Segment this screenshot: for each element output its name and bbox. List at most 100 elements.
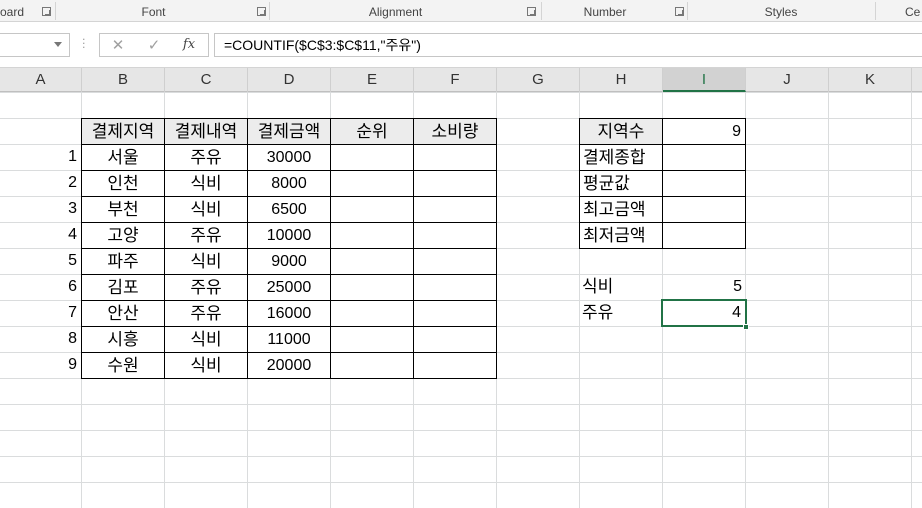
summary-value-total[interactable] xyxy=(662,144,746,171)
table-cell-type[interactable]: 식비 xyxy=(164,196,248,223)
summary-label-max[interactable]: 최고금액 xyxy=(579,196,663,223)
column-header-b[interactable]: B xyxy=(82,68,165,92)
table-cell-consumption[interactable] xyxy=(413,352,497,379)
column-header-k[interactable]: K xyxy=(829,68,912,92)
table-cell-type[interactable]: 주유 xyxy=(164,300,248,327)
table-cell-region[interactable]: 서울 xyxy=(81,144,165,171)
ribbon-group-alignment: Alignment xyxy=(368,5,423,19)
row-number-cell[interactable]: 5 xyxy=(0,248,81,274)
formula-bar-grip-icon[interactable]: · · · xyxy=(82,34,86,53)
table-cell-consumption[interactable] xyxy=(413,248,497,275)
formula-input[interactable]: =COUNTIF($C$3:$C$11,"주유") xyxy=(214,33,922,57)
summary-value-region-count[interactable]: 9 xyxy=(662,118,746,145)
table-cell-amount[interactable]: 30000 xyxy=(247,144,331,171)
table-cell-rank[interactable] xyxy=(330,300,414,327)
table-cell-rank[interactable] xyxy=(330,326,414,353)
number-dialog-launcher-icon[interactable] xyxy=(675,7,684,16)
table-header-amount[interactable]: 결제금액 xyxy=(247,118,331,145)
insert-function-icon[interactable]: fx xyxy=(174,35,204,55)
table-cell-consumption[interactable] xyxy=(413,274,497,301)
summary-label-total[interactable]: 결제종합 xyxy=(579,144,663,171)
table-cell-rank[interactable] xyxy=(330,274,414,301)
row-number-cell[interactable]: 2 xyxy=(0,170,81,196)
table-cell-type[interactable]: 식비 xyxy=(164,352,248,379)
name-box-dropdown-icon[interactable] xyxy=(54,42,62,47)
table-cell-amount[interactable]: 6500 xyxy=(247,196,331,223)
summary-label-average[interactable]: 평균값 xyxy=(579,170,663,197)
table-cell-consumption[interactable] xyxy=(413,300,497,327)
table-cell-type[interactable]: 식비 xyxy=(164,170,248,197)
enter-icon[interactable]: ✓ xyxy=(139,35,169,55)
table-cell-type[interactable]: 주유 xyxy=(164,274,248,301)
table-cell-region[interactable]: 김포 xyxy=(81,274,165,301)
table-cell-consumption[interactable] xyxy=(413,170,497,197)
table-cell-region[interactable]: 안산 xyxy=(81,300,165,327)
table-cell-rank[interactable] xyxy=(330,144,414,171)
row-number-cell[interactable]: 8 xyxy=(0,326,81,352)
row-number-cell[interactable]: 6 xyxy=(0,274,81,300)
table-cell-rank[interactable] xyxy=(330,170,414,197)
table-cell-consumption[interactable] xyxy=(413,326,497,353)
count-label-food[interactable]: 식비 xyxy=(579,274,663,300)
summary-value-max[interactable] xyxy=(662,196,746,223)
table-cell-rank[interactable] xyxy=(330,248,414,275)
row-number-cell[interactable]: 3 xyxy=(0,196,81,222)
table-cell-amount[interactable]: 25000 xyxy=(247,274,331,301)
table-cell-consumption[interactable] xyxy=(413,144,497,171)
row-number-cell[interactable]: 4 xyxy=(0,222,81,248)
table-header-region[interactable]: 결제지역 xyxy=(81,118,165,145)
table-cell-region[interactable]: 인천 xyxy=(81,170,165,197)
clipboard-dialog-launcher-icon[interactable] xyxy=(42,7,51,16)
table-cell-amount[interactable]: 16000 xyxy=(247,300,331,327)
table-cell-consumption[interactable] xyxy=(413,222,497,249)
column-header-a[interactable]: A xyxy=(0,68,82,92)
table-cell-amount[interactable]: 8000 xyxy=(247,170,331,197)
ribbon-divider xyxy=(875,2,876,20)
column-header-i[interactable]: I xyxy=(663,68,746,92)
column-header-d[interactable]: D xyxy=(248,68,331,92)
table-cell-rank[interactable] xyxy=(330,352,414,379)
table-cell-amount[interactable]: 20000 xyxy=(247,352,331,379)
cancel-icon[interactable]: ✕ xyxy=(103,35,133,55)
table-cell-rank[interactable] xyxy=(330,196,414,223)
row-number-cell[interactable]: 9 xyxy=(0,352,81,378)
table-cell-rank[interactable] xyxy=(330,222,414,249)
table-cell-type[interactable]: 주유 xyxy=(164,144,248,171)
font-dialog-launcher-icon[interactable] xyxy=(257,7,266,16)
table-cell-amount[interactable]: 9000 xyxy=(247,248,331,275)
alignment-dialog-launcher-icon[interactable] xyxy=(527,7,536,16)
table-cell-region[interactable]: 파주 xyxy=(81,248,165,275)
column-header-c[interactable]: C xyxy=(165,68,248,92)
worksheet-grid[interactable]: 결제지역 결제내역 결제금액 순위 소비량 1 서울 주유 30000 2 인천… xyxy=(0,92,922,508)
fill-handle[interactable] xyxy=(743,324,749,330)
summary-label-min[interactable]: 최저금액 xyxy=(579,222,663,249)
summary-label-region-count[interactable]: 지역수 xyxy=(579,118,663,145)
column-header-h[interactable]: H xyxy=(580,68,663,92)
table-header-type[interactable]: 결제내역 xyxy=(164,118,248,145)
table-cell-amount[interactable]: 10000 xyxy=(247,222,331,249)
table-cell-region[interactable]: 수원 xyxy=(81,352,165,379)
summary-value-average[interactable] xyxy=(662,170,746,197)
column-header-j[interactable]: J xyxy=(746,68,829,92)
column-header-e[interactable]: E xyxy=(331,68,414,92)
table-cell-consumption[interactable] xyxy=(413,196,497,223)
row-number-cell[interactable]: 1 xyxy=(0,144,81,170)
summary-value-min[interactable] xyxy=(662,222,746,249)
table-cell-region[interactable]: 시흥 xyxy=(81,326,165,353)
table-cell-region[interactable]: 고양 xyxy=(81,222,165,249)
count-value-food[interactable]: 5 xyxy=(662,274,746,300)
table-header-rank[interactable]: 순위 xyxy=(330,118,414,145)
count-label-fuel[interactable]: 주유 xyxy=(579,300,663,326)
ribbon-group-number: Number xyxy=(583,5,627,19)
formula-buttons: ✕ ✓ fx xyxy=(99,33,209,57)
table-cell-type[interactable]: 식비 xyxy=(164,326,248,353)
table-cell-type[interactable]: 주유 xyxy=(164,222,248,249)
row-number-cell[interactable]: 7 xyxy=(0,300,81,326)
table-cell-amount[interactable]: 11000 xyxy=(247,326,331,353)
table-cell-type[interactable]: 식비 xyxy=(164,248,248,275)
column-header-f[interactable]: F xyxy=(414,68,497,92)
table-header-consumption[interactable]: 소비량 xyxy=(413,118,497,145)
table-cell-region[interactable]: 부천 xyxy=(81,196,165,223)
column-header-g[interactable]: G xyxy=(497,68,580,92)
active-cell-fuel-count[interactable]: 4 xyxy=(661,299,747,327)
